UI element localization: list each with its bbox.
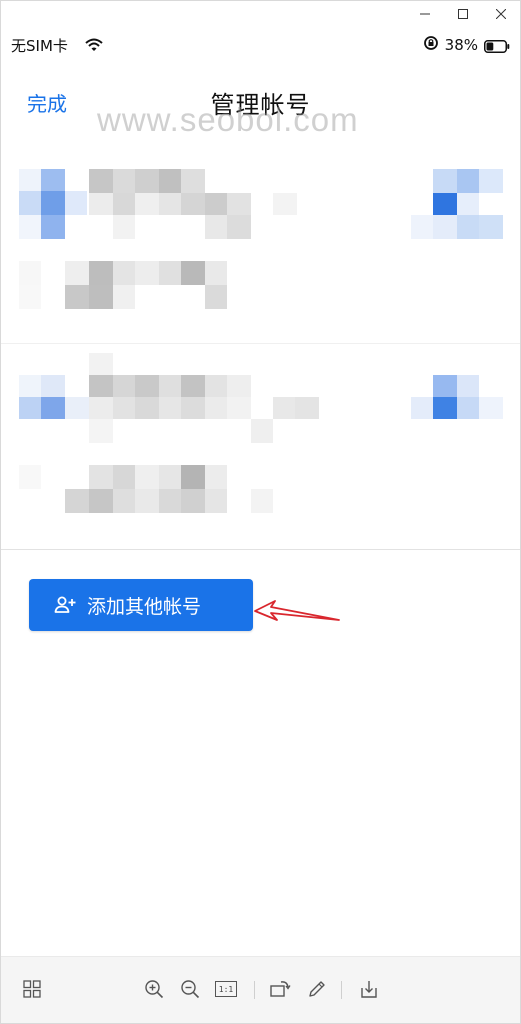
- status-right: 38%: [423, 35, 510, 55]
- carrier-label: 无SIM卡: [11, 37, 68, 55]
- actual-size-icon[interactable]: 1:1: [214, 977, 238, 1001]
- download-icon[interactable]: [357, 977, 381, 1001]
- edit-icon[interactable]: [305, 977, 329, 1001]
- actual-size-label: 1:1: [218, 984, 234, 994]
- redacted-account-pixels: [19, 353, 503, 513]
- annotation-arrow: [254, 600, 340, 621]
- battery-icon: [484, 39, 510, 53]
- watermark: www.seobol.com: [97, 101, 359, 138]
- wifi-icon: [85, 37, 103, 56]
- add-account-button[interactable]: 添加其他帐号: [29, 579, 253, 631]
- status-bar: 无SIM卡 38%: [1, 31, 520, 59]
- battery-percent: 38%: [444, 36, 478, 54]
- maximize-icon[interactable]: [444, 1, 482, 27]
- list-divider: [1, 549, 520, 550]
- add-person-icon: [53, 593, 77, 617]
- toolbar-separator: [341, 981, 342, 999]
- rotate-icon[interactable]: [268, 977, 292, 1001]
- close-icon[interactable]: [482, 1, 520, 27]
- account-item[interactable]: [1, 345, 521, 535]
- redacted-account-pixels: [19, 169, 503, 309]
- add-account-label: 添加其他帐号: [87, 595, 202, 618]
- zoom-out-icon[interactable]: [178, 977, 202, 1001]
- account-divider: [1, 343, 520, 344]
- account-item[interactable]: [1, 149, 521, 339]
- grid-icon[interactable]: [20, 977, 44, 1001]
- image-viewer-window: 无SIM卡 38% 完成 管理帐号 www.seobol.com 添加其他帐号 …: [0, 0, 521, 1024]
- window-controls: [406, 1, 520, 27]
- toolbar-separator: [254, 981, 255, 999]
- rotation-lock-icon: [423, 35, 439, 55]
- viewer-toolbar: 1:1: [1, 956, 520, 1023]
- zoom-in-icon[interactable]: [142, 977, 166, 1001]
- account-list: [1, 149, 520, 539]
- minimize-icon[interactable]: [406, 1, 444, 27]
